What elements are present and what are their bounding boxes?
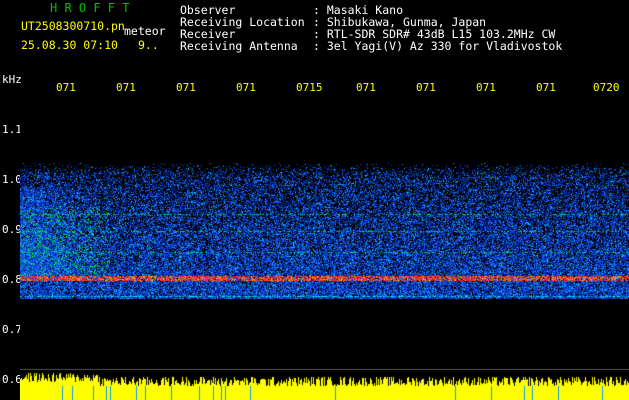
time-tick: 071	[416, 81, 436, 94]
y-label-1.0: 1.0	[2, 173, 22, 186]
time-tick: 071	[116, 81, 136, 94]
y-label-1.1: 1.1	[2, 123, 22, 136]
time-tick: 071	[236, 81, 256, 94]
mode-label: meteor	[124, 24, 166, 38]
time-tick: 071	[476, 81, 496, 94]
app-title: H R O F F T	[50, 1, 130, 15]
datetime-label: 25.08.30 07:10	[21, 38, 118, 52]
y-label-0.9: 0.9	[2, 223, 22, 236]
counter-label: 9..	[138, 38, 159, 52]
time-tick: 071	[356, 81, 376, 94]
time-tick: 071	[56, 81, 76, 94]
y-label-0.7: 0.7	[2, 323, 22, 336]
antenna-value: : 3el Yagi(V) Az 330 for Vladivostok	[313, 39, 563, 53]
unit-label: kHz	[2, 73, 22, 86]
filename-label: UT2508300710.pn	[21, 19, 125, 33]
time-tick: 071	[536, 81, 556, 94]
spectrogram	[20, 96, 629, 400]
y-label-0.8: 0.8	[2, 273, 22, 286]
y-label-0.6: 0.6	[2, 373, 22, 386]
antenna-label: Receiving Antenna	[180, 39, 298, 53]
time-tick: 0715	[296, 81, 323, 94]
time-tick: 0720	[593, 81, 620, 94]
time-tick: 071	[176, 81, 196, 94]
